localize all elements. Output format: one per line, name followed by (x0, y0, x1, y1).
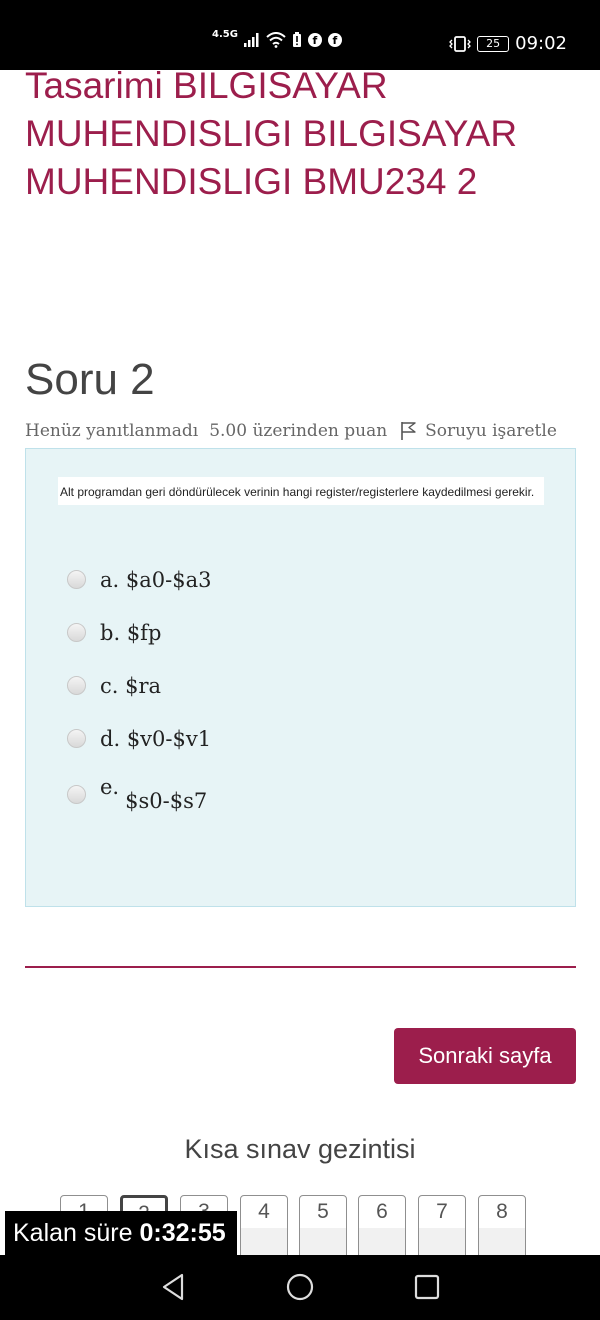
question-text: Alt programdan geri döndürülecek verinin… (58, 477, 544, 505)
battery-icon: 25 (477, 35, 510, 52)
clock: 09:02 (515, 33, 567, 54)
flag-question-label: Soruyu işaretle (425, 421, 557, 441)
status-icons-left: 4.5G f f (212, 28, 342, 48)
status-bar: 4.5G f f 25 09:02 (0, 0, 600, 70)
quiz-nav-number: 7 (436, 1200, 448, 1223)
quiz-nav-item[interactable]: 7 (418, 1195, 466, 1259)
option-letter: e. (100, 775, 120, 799)
status-icons-right: 25 09:02 (449, 33, 567, 54)
wifi-icon (266, 32, 286, 48)
answer-option-e[interactable]: e. $s0-$s7 (67, 775, 207, 813)
answer-option-b[interactable]: b. $fp (67, 621, 161, 645)
quiz-nav-number: 4 (258, 1200, 270, 1223)
question-heading: Soru 2 (25, 355, 155, 404)
facebook-icon: f (307, 33, 322, 47)
question-info: Henüz yanıtlanmadı 5.00 üzerinden puan S… (25, 421, 557, 441)
timer-value: 0:32:55 (139, 1219, 226, 1247)
answer-option-c[interactable]: c. $ra (67, 674, 161, 698)
option-text: $a0-$a3 (125, 568, 212, 592)
option-letter: b. (100, 621, 121, 645)
option-text: $fp (126, 621, 162, 645)
next-page-button[interactable]: Sonraki sayfa (394, 1028, 576, 1084)
question-status: Henüz yanıtlanmadı (25, 421, 199, 441)
radio-button[interactable] (67, 785, 86, 804)
answer-option-d[interactable]: d. $v0-$v1 (67, 727, 211, 751)
back-icon[interactable] (160, 1273, 186, 1301)
divider (25, 966, 576, 968)
flag-question-link[interactable]: Soruyu işaretle (400, 421, 557, 441)
option-text: $v0-$v1 (126, 727, 212, 751)
quiz-navigation-title: Kısa sınav gezintisi (184, 1134, 416, 1164)
quiz-nav-number: 6 (376, 1200, 388, 1223)
option-letter: c. (100, 674, 119, 698)
facebook-icon: f (327, 33, 342, 47)
option-letter: a. (100, 568, 120, 592)
radio-button[interactable] (67, 623, 86, 642)
option-text: $s0-$s7 (125, 789, 208, 813)
quiz-nav-item[interactable]: 8 (478, 1195, 526, 1259)
network-type: 4.5G (212, 28, 238, 40)
vibrate-icon (449, 35, 472, 52)
quiz-nav-number: 5 (317, 1200, 329, 1223)
battery-alert-icon (292, 32, 301, 47)
signal-icon (243, 33, 259, 47)
radio-button[interactable] (67, 570, 86, 589)
question-points: 5.00 üzerinden puan (209, 421, 388, 441)
flag-icon (401, 422, 416, 440)
home-icon[interactable] (286, 1273, 314, 1301)
radio-button[interactable] (67, 676, 86, 695)
quiz-nav-number: 8 (496, 1200, 508, 1223)
timer-label: Kalan süre (13, 1219, 133, 1247)
question-content: Alt programdan geri döndürülecek verinin… (25, 448, 576, 907)
option-letter: d. (100, 727, 121, 751)
answer-option-a[interactable]: a. $a0-$a3 (67, 568, 211, 592)
quiz-nav-item[interactable]: 5 (299, 1195, 347, 1259)
quiz-nav-item[interactable]: 4 (240, 1195, 288, 1259)
course-title: Tasarimi BILGISAYAR MUHENDISLIGI BILGISA… (25, 65, 518, 202)
quiz-nav-item[interactable]: 6 (358, 1195, 406, 1259)
radio-button[interactable] (67, 729, 86, 748)
option-text: $ra (125, 674, 162, 698)
system-navigation-bar (0, 1255, 600, 1320)
recents-icon[interactable] (414, 1273, 440, 1301)
time-remaining: Kalan süre 0:32:55 (5, 1211, 237, 1255)
